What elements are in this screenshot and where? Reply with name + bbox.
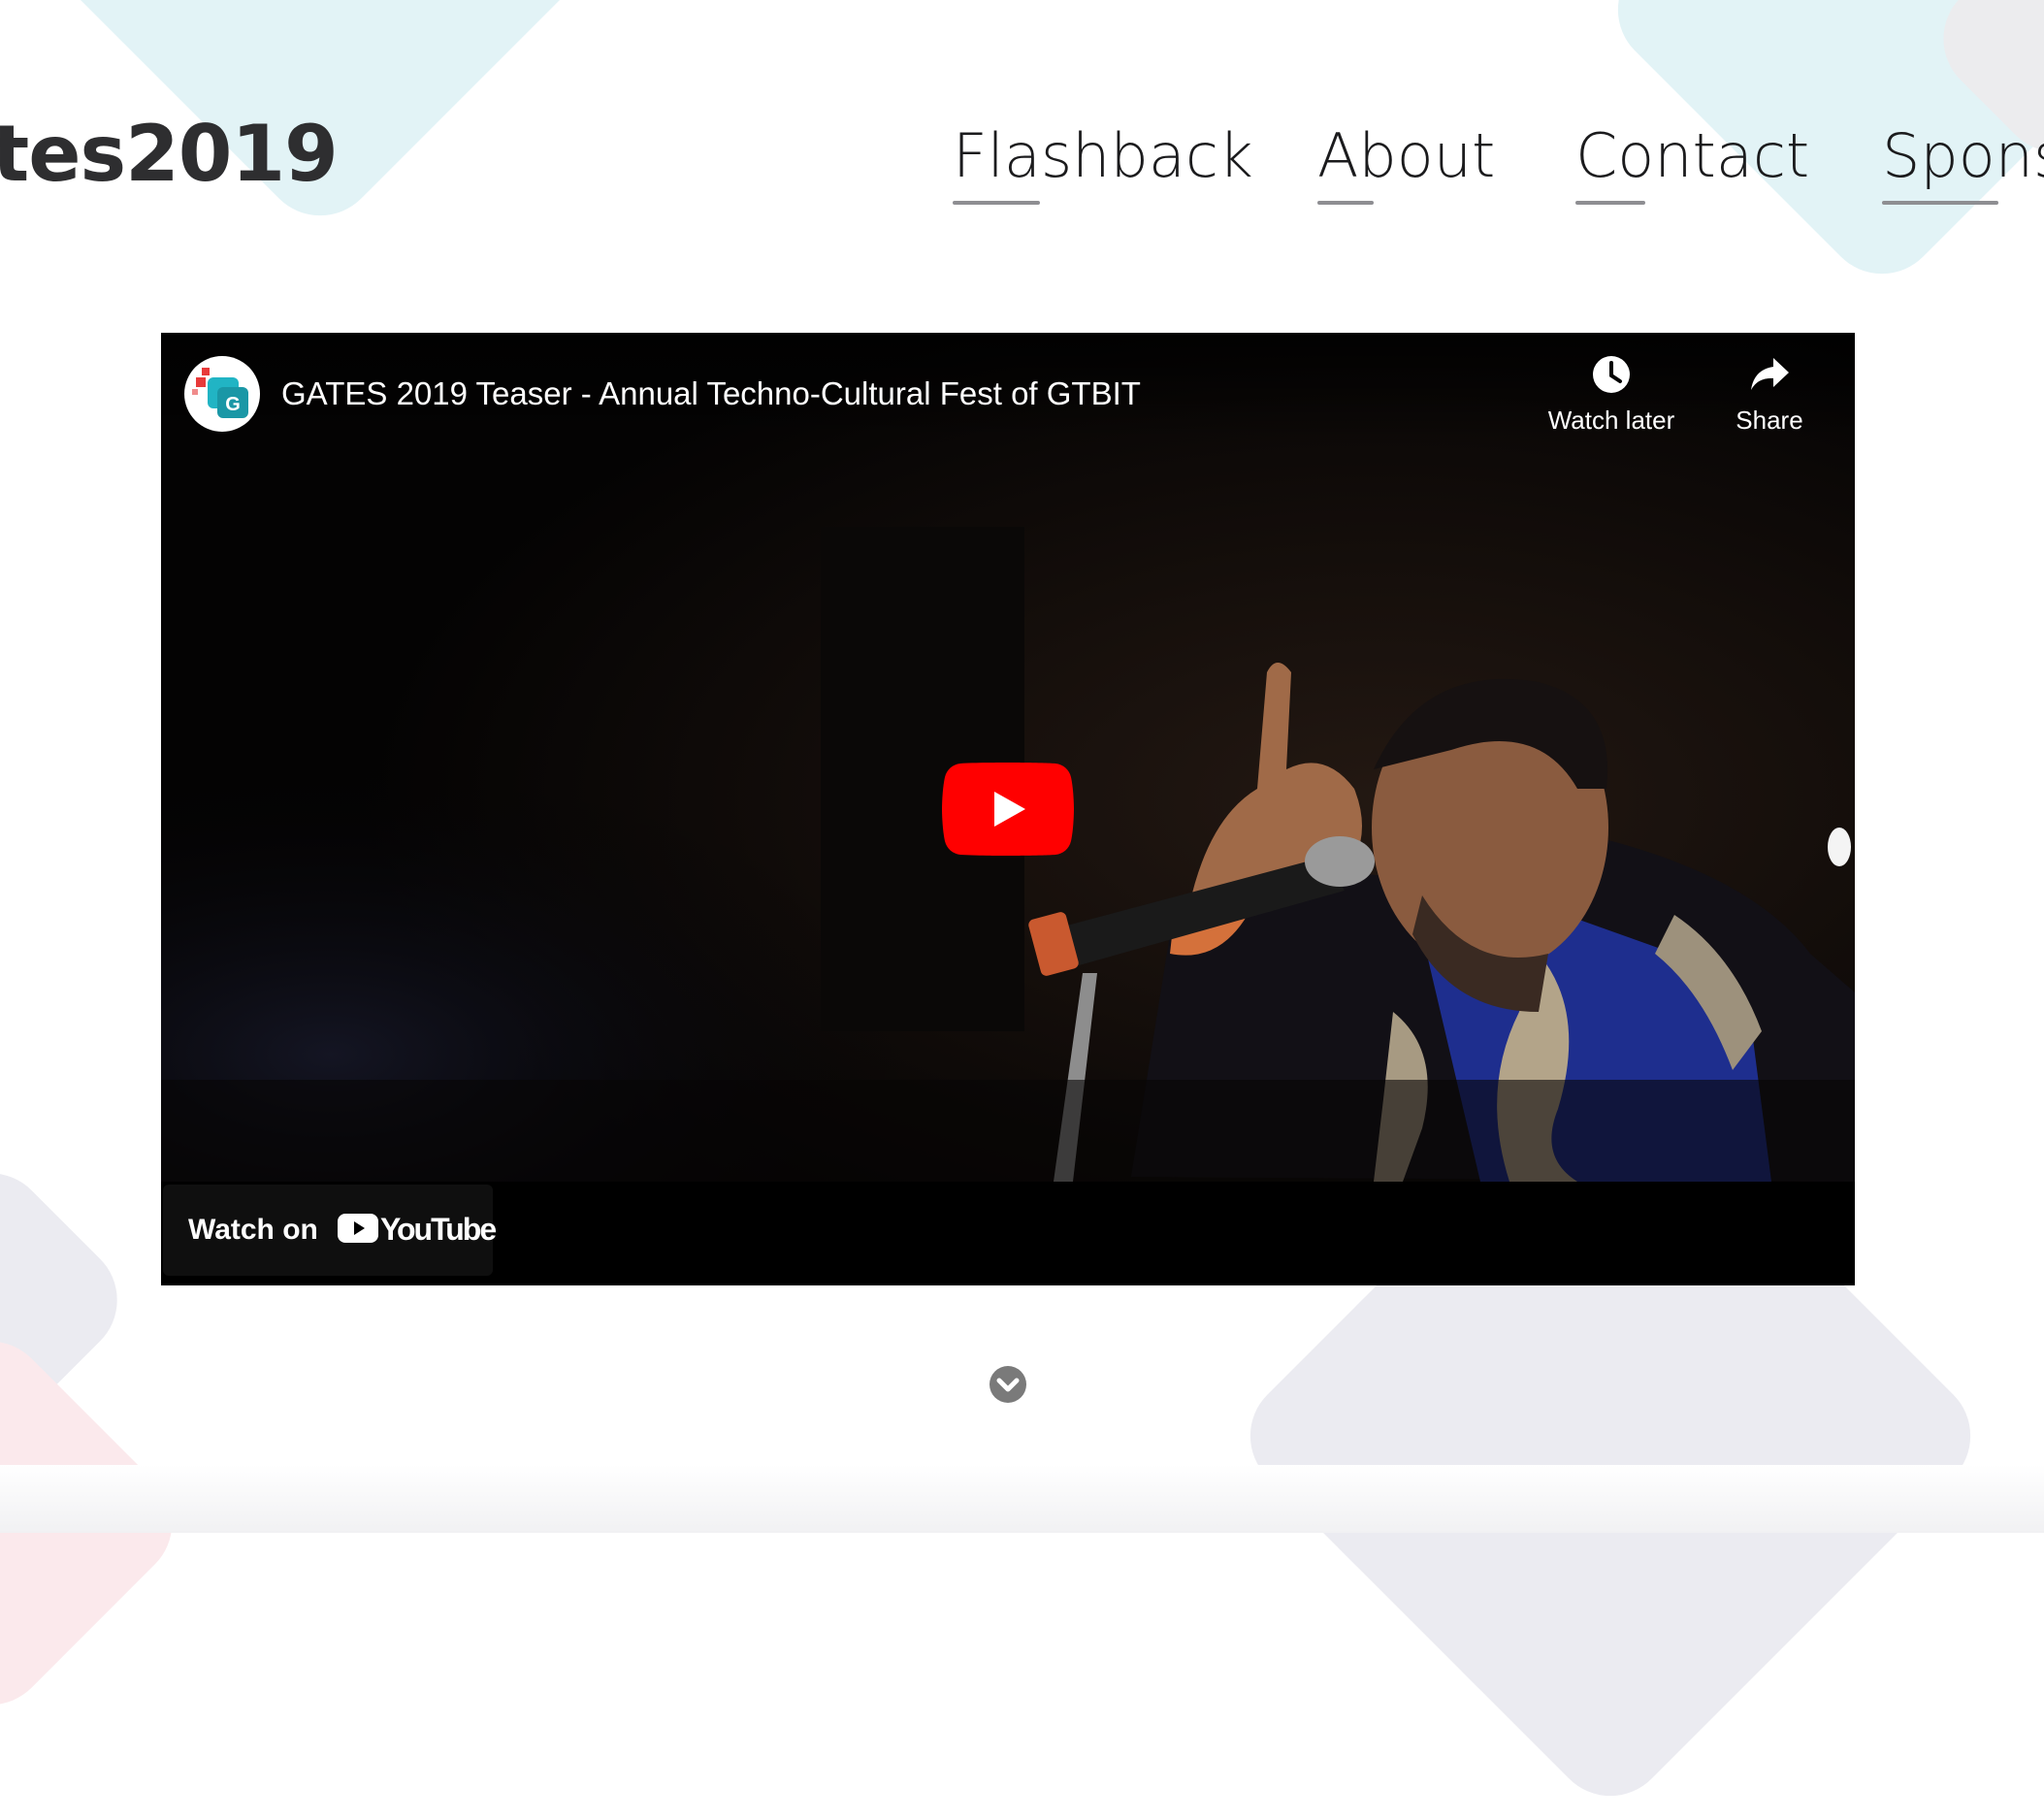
watch-on-youtube-button[interactable]: Watch on YouTube (163, 1185, 497, 1276)
chevron-down-circle-icon[interactable] (989, 1365, 1027, 1404)
nav-underline (1575, 201, 1645, 205)
share-label: Share (1736, 406, 1803, 435)
youtube-embed-player[interactable]: G GATES 2019 Teaser - Annual Techno-Cult… (161, 333, 1855, 1285)
nav-link-label: Contact (1575, 120, 1810, 191)
nav-link-sponsors[interactable]: Spons (1882, 120, 2044, 205)
youtube-logo-icon (338, 1214, 378, 1243)
channel-logo-icon: G (192, 368, 248, 418)
svg-text:G: G (225, 394, 241, 415)
channel-avatar[interactable]: G (184, 356, 260, 432)
nav-link-label: Spons (1882, 120, 2044, 191)
nav-underline (953, 201, 1040, 205)
youtube-wordmark: YouTube (380, 1212, 497, 1247)
video-title[interactable]: GATES 2019 Teaser - Annual Techno-Cultur… (281, 375, 1141, 412)
share-button[interactable]: Share (1711, 354, 1828, 436)
clock-icon (1593, 356, 1630, 393)
nav-underline (1317, 201, 1374, 205)
player-top-bar: G GATES 2019 Teaser - Annual Techno-Cult… (161, 333, 1855, 439)
share-arrow-icon (1751, 358, 1789, 390)
nav-link-about[interactable]: About (1317, 120, 1496, 205)
nav-link-contact[interactable]: Contact (1575, 120, 1810, 205)
watch-on-label: Watch on (188, 1214, 318, 1246)
nav-link-flashback[interactable]: Flashback (953, 120, 1253, 205)
section-divider (0, 1465, 2044, 1533)
watch-later-button[interactable]: Watch later (1539, 354, 1684, 436)
nav-underline (1882, 201, 1998, 205)
nav-link-label: Flashback (953, 120, 1253, 191)
youtube-play-icon[interactable] (942, 763, 1074, 856)
watch-later-label: Watch later (1547, 406, 1675, 435)
video-thumbnail[interactable] (161, 333, 1855, 1182)
main-nav: Flashback About Contact Spons (0, 120, 2044, 208)
nav-link-label: About (1317, 120, 1496, 191)
